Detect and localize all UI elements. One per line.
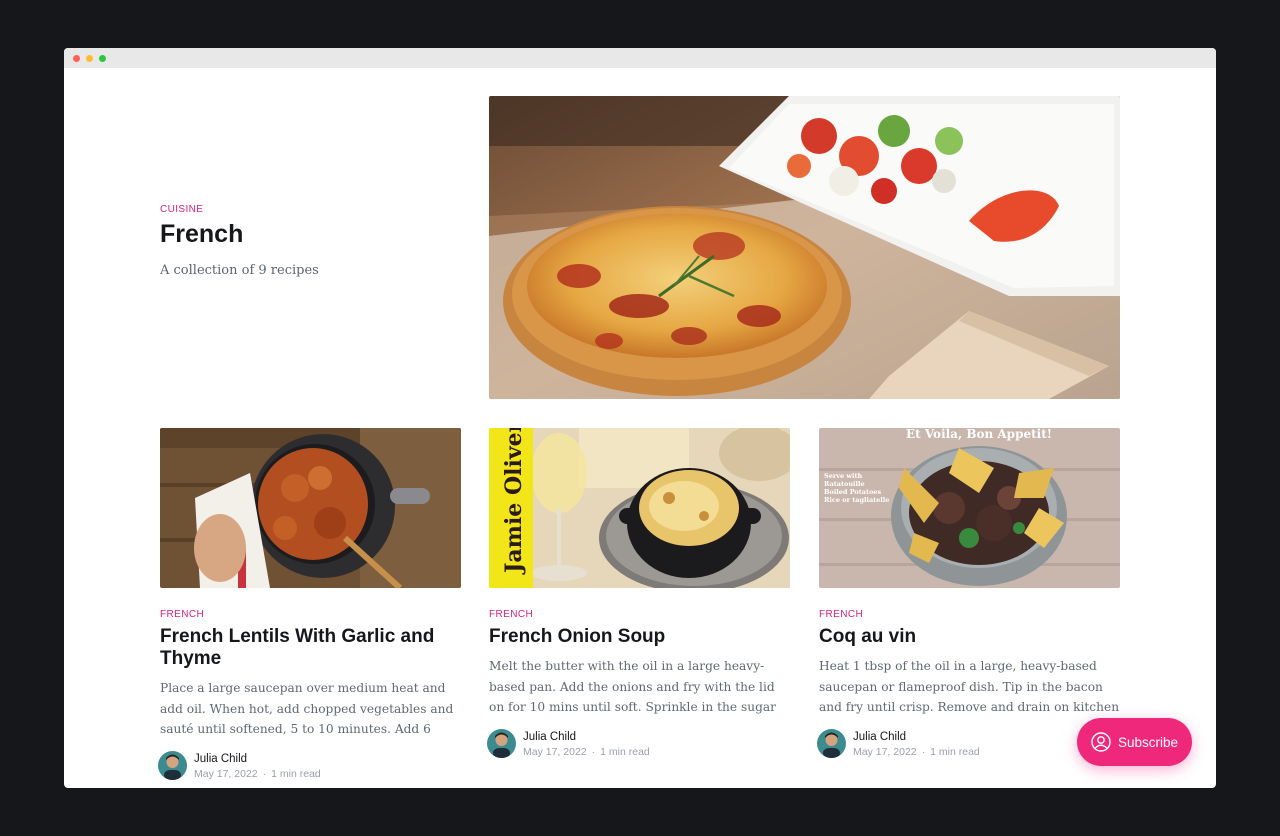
read-time: 1 min read — [930, 746, 980, 758]
meta-separator: · — [921, 746, 926, 758]
post-tag[interactable]: FRENCH — [819, 609, 863, 620]
user-icon — [1091, 732, 1111, 752]
post-image[interactable]: Jamie Oliver — [489, 428, 790, 588]
post-image[interactable] — [160, 428, 461, 588]
post-tag[interactable]: FRENCH — [160, 609, 204, 620]
author-avatar-icon — [487, 729, 516, 758]
quiche-photo — [489, 96, 1120, 399]
page-title: French — [160, 220, 244, 248]
post-date: May 17, 2022 — [194, 768, 258, 780]
image-caption: Jamie Oliver — [501, 428, 527, 575]
coq-au-vin-photo: Et Voila, Bon Appetit! Serve with Ratato… — [819, 428, 1120, 588]
minimize-window-dot[interactable] — [86, 55, 93, 62]
post-excerpt: Place a large saucepan over medium heat … — [160, 681, 454, 736]
post-meta: Julia Child May 17, 2022 · 1 min read — [158, 751, 458, 781]
author-name[interactable]: Julia Child — [194, 753, 247, 765]
post-meta-line: May 17, 2022 · 1 min read — [523, 746, 650, 758]
post-card[interactable]: Et Voila, Bon Appetit! Serve with Ratato… — [817, 428, 1120, 788]
avatar[interactable] — [158, 751, 187, 780]
post-meta-line: May 17, 2022 · 1 min read — [194, 768, 321, 780]
post-meta: Julia Child May 17, 2022 · 1 min read — [487, 729, 787, 759]
post-title[interactable]: French Lentils With Garlic and Thyme — [160, 626, 460, 670]
read-time: 1 min read — [271, 768, 321, 780]
post-image[interactable]: Et Voila, Bon Appetit! Serve with Ratato… — [819, 428, 1120, 588]
post-title[interactable]: French Onion Soup — [489, 626, 789, 648]
post-excerpt: Heat 1 tbsp of the oil in a large, heavy… — [819, 659, 1120, 714]
post-card[interactable]: FRENCH French Lentils With Garlic and Th… — [158, 428, 461, 788]
meta-separator: · — [262, 768, 267, 780]
subscribe-label: Subscribe — [1117, 734, 1179, 750]
subscribe-button[interactable]: Subscribe — [1077, 718, 1192, 766]
author-name[interactable]: Julia Child — [523, 731, 576, 743]
avatar[interactable] — [817, 729, 846, 758]
image-note: Serve with — [824, 472, 862, 480]
post-meta: Julia Child May 17, 2022 · 1 min read — [817, 729, 1117, 759]
image-note: Ratatouille — [824, 480, 865, 488]
image-note: Boiled Potatoes — [824, 488, 881, 496]
post-card[interactable]: Jamie Oliver FRENCH French Onion Soup Me… — [487, 428, 790, 788]
collection-eyebrow: CUISINE — [160, 204, 204, 215]
page-content: CUISINE French A collection of 9 recipes — [64, 68, 1216, 788]
post-date: May 17, 2022 — [853, 746, 917, 758]
image-caption: Et Voila, Bon Appetit! — [906, 428, 1052, 441]
author-avatar-icon — [817, 729, 846, 758]
post-date: May 17, 2022 — [523, 746, 587, 758]
post-title[interactable]: Coq au vin — [819, 626, 1119, 648]
post-meta-line: May 17, 2022 · 1 min read — [853, 746, 980, 758]
collection-subtitle: A collection of 9 recipes — [160, 263, 319, 278]
author-avatar-icon — [158, 751, 187, 780]
maximize-window-dot[interactable] — [99, 55, 106, 62]
onion-soup-photo: Jamie Oliver — [489, 428, 790, 588]
read-time: 1 min read — [600, 746, 650, 758]
hero-image — [489, 96, 1120, 399]
author-name[interactable]: Julia Child — [853, 731, 906, 743]
avatar[interactable] — [487, 729, 516, 758]
meta-separator: · — [591, 746, 596, 758]
close-window-dot[interactable] — [73, 55, 80, 62]
lentils-photo — [160, 428, 461, 588]
window-titlebar — [64, 48, 1216, 68]
browser-window: CUISINE French A collection of 9 recipes — [64, 48, 1216, 788]
post-excerpt: Melt the butter with the oil in a large … — [489, 659, 776, 714]
post-tag[interactable]: FRENCH — [489, 609, 533, 620]
image-note: Rice or tagliatelle — [824, 496, 889, 504]
